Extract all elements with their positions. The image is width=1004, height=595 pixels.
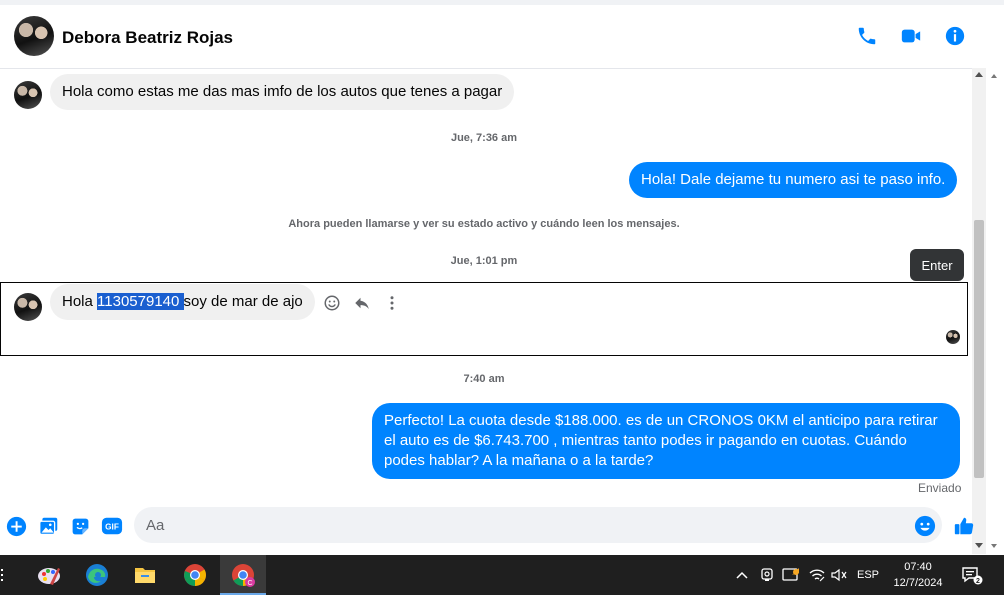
sticker-icon[interactable] [69, 515, 91, 537]
reply-icon[interactable] [349, 292, 375, 314]
info-icon[interactable] [942, 23, 968, 49]
page-scroll-down-arrow[interactable] [991, 544, 997, 548]
page-scroll-up-arrow[interactable] [991, 74, 997, 78]
message-composer: GIF [0, 503, 986, 547]
message-avatar[interactable] [14, 81, 42, 109]
security-alert-icon[interactable] [780, 555, 802, 595]
incoming-message[interactable]: Hola 1130579140 soy de mar de ajo [50, 284, 315, 320]
contact-avatar[interactable] [14, 16, 54, 56]
image-icon[interactable] [37, 515, 59, 537]
scroll-up-arrow[interactable] [975, 72, 983, 77]
message-input-wrapper[interactable] [134, 507, 942, 543]
contact-name[interactable]: Debora Beatriz Rojas [62, 28, 233, 48]
windows-taskbar: C ESP 07:40 12/7/2024 2 [0, 555, 1004, 595]
message-text-prefix: Hola [62, 293, 98, 310]
seen-indicator-avatar [946, 330, 960, 344]
page-scrollbar[interactable] [986, 68, 1004, 554]
chevron-up-icon[interactable] [732, 555, 752, 595]
react-emoji-icon[interactable] [319, 292, 345, 314]
message-text-suffix: soy de mar de ajo [183, 293, 303, 310]
delivery-status: Enviado [918, 481, 962, 495]
scroll-thumb[interactable] [974, 220, 984, 478]
timestamp: Jue, 7:36 am [450, 132, 518, 144]
system-notice: Ahora pueden llamarse y ver su estado ac… [288, 218, 680, 230]
more-options-icon[interactable] [379, 292, 405, 314]
conversation-header: Debora Beatriz Rojas [0, 5, 972, 69]
phone-icon[interactable] [854, 23, 880, 49]
chrome-icon[interactable] [172, 555, 218, 595]
chrome-profile-icon[interactable]: C [220, 555, 266, 595]
message-input[interactable] [146, 507, 906, 543]
clock-time: 07:40 [904, 561, 932, 573]
clock-date: 12/7/2024 [893, 577, 943, 589]
message-actions [319, 292, 409, 314]
file-explorer-icon[interactable] [122, 555, 168, 595]
emoji-icon[interactable] [914, 515, 936, 537]
notification-count: 2 [976, 578, 980, 585]
incoming-message[interactable]: Hola como estas me das mas imfo de los a… [50, 74, 515, 110]
outgoing-message[interactable]: Perfecto! La cuota desde $188.000. es de… [372, 403, 960, 479]
like-icon[interactable] [953, 515, 975, 537]
gif-label: GIF [105, 523, 119, 532]
message-avatar[interactable] [14, 293, 42, 321]
language-indicator[interactable]: ESP [854, 555, 882, 595]
gif-icon[interactable]: GIF [101, 515, 123, 537]
webcam-icon[interactable] [756, 555, 778, 595]
svg-text:C: C [247, 580, 252, 587]
outgoing-message[interactable]: Hola! Dale dejame tu numero asi te paso … [629, 162, 958, 198]
edge-icon[interactable] [74, 555, 120, 595]
notification-icon[interactable]: 2 [958, 555, 986, 595]
timestamp: Jue, 1:01 pm [450, 255, 518, 267]
wifi-icon[interactable] [806, 555, 828, 595]
video-icon[interactable] [898, 23, 924, 49]
selected-phone-number[interactable]: 1130579140 [97, 293, 184, 310]
taskbar-edge-icon[interactable] [0, 555, 8, 595]
volume-muted-icon[interactable] [828, 555, 850, 595]
chat-scrollbar[interactable] [972, 68, 986, 554]
plus-icon[interactable] [5, 515, 27, 537]
system-clock[interactable]: 07:40 12/7/2024 [888, 559, 948, 591]
tooltip: Enter [910, 249, 964, 281]
paint-icon[interactable] [26, 555, 72, 595]
timestamp: 7:40 am [463, 373, 505, 385]
